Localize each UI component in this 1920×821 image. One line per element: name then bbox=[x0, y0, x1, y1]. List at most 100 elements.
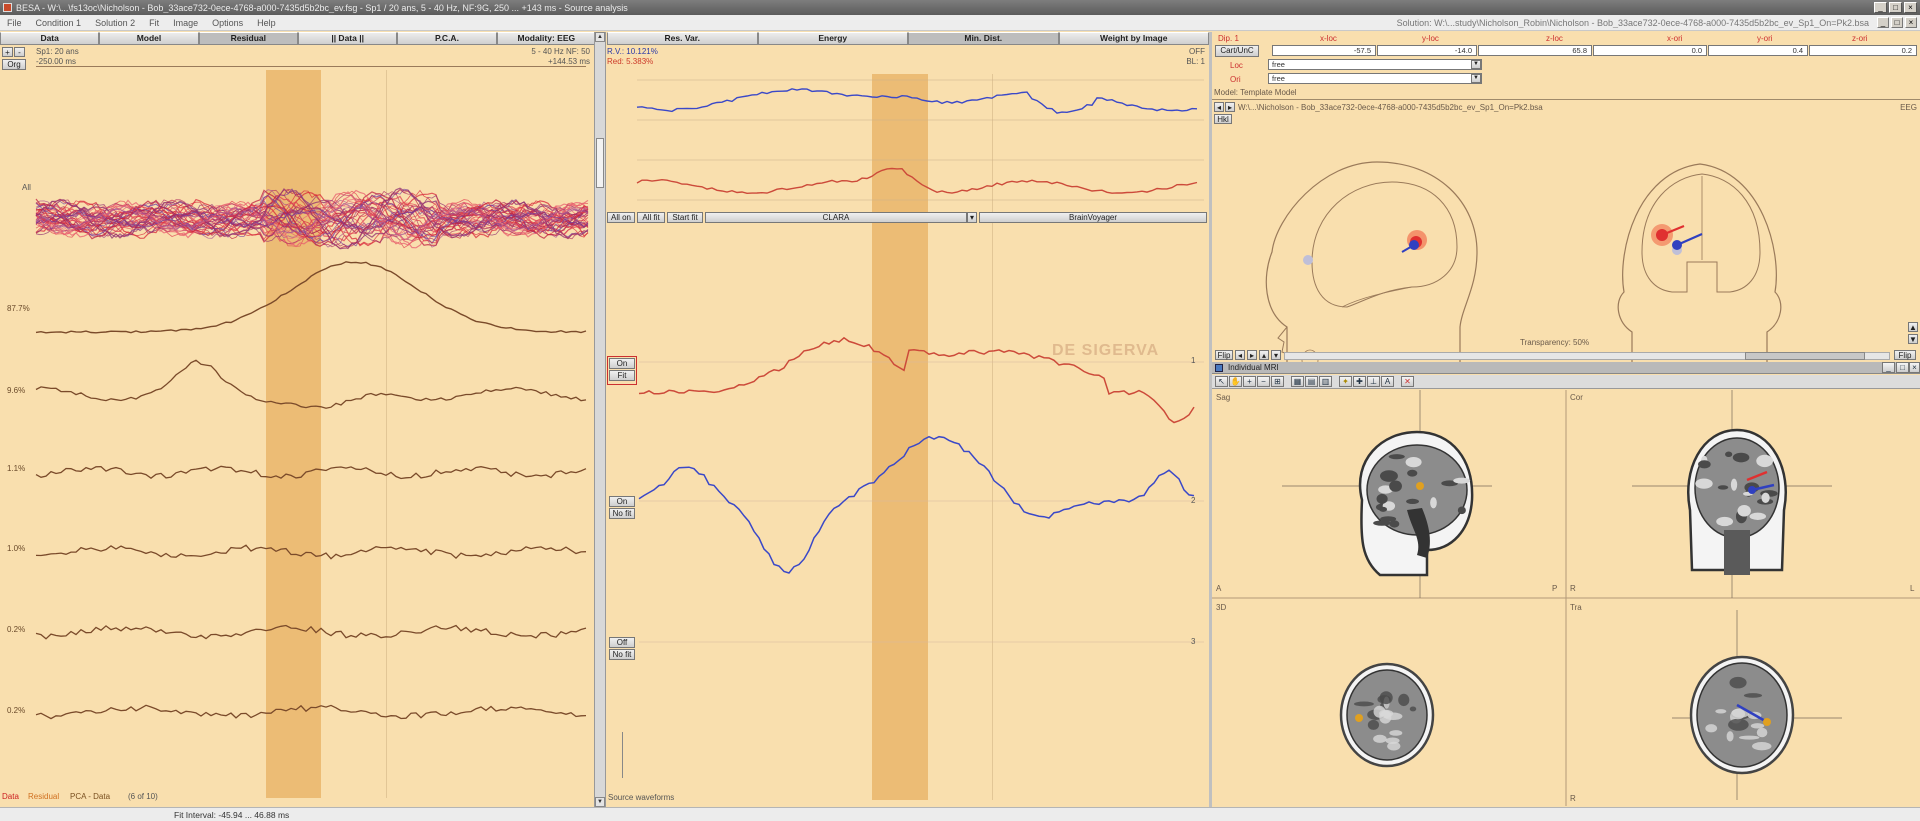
menu-options[interactable]: Options bbox=[205, 18, 250, 28]
window-title: BESA - W:\...\fs13oc\Nicholson - Bob_33a… bbox=[16, 2, 628, 13]
mri-zoom-out-icon[interactable]: − bbox=[1257, 376, 1270, 387]
cor-sulcus bbox=[1725, 451, 1733, 458]
transparency-down-button[interactable]: ▼ bbox=[1908, 334, 1918, 344]
dipole-panel: Dip. 1 x-loc y-loc z-loc x-ori y-ori z-o… bbox=[1212, 32, 1920, 362]
mri-layout-1-icon[interactable]: ▦ bbox=[1291, 376, 1304, 387]
mri-ruler-icon[interactable]: ⊥ bbox=[1367, 376, 1380, 387]
legend-count: (6 of 10) bbox=[128, 792, 158, 801]
source-3-off-button[interactable]: Off bbox=[609, 637, 635, 648]
sag-sulcus bbox=[1430, 497, 1437, 509]
mri-maximize-button[interactable]: □ bbox=[1896, 362, 1909, 373]
ori-dropdown-icon[interactable]: ▼ bbox=[1471, 74, 1481, 83]
sag-corner-p: P bbox=[1552, 584, 1558, 593]
legend-pca: PCA - Data bbox=[70, 792, 111, 801]
maximize-button[interactable]: □ bbox=[1889, 2, 1902, 13]
x-ori-field[interactable]: 0.0 bbox=[1593, 45, 1707, 56]
col-x-ori: x-ori bbox=[1667, 34, 1683, 43]
mri-clear-icon[interactable]: ✕ bbox=[1401, 376, 1414, 387]
menu-image[interactable]: Image bbox=[166, 18, 205, 28]
y-ori-field[interactable]: 0.4 bbox=[1708, 45, 1808, 56]
menu-help[interactable]: Help bbox=[250, 18, 283, 28]
waveform-panel: Data Model Residual || Data || P.C.A. Mo… bbox=[0, 32, 596, 806]
source-2-fit-button[interactable]: No fit bbox=[609, 508, 635, 519]
rotate-down-button[interactable]: ▾ bbox=[1271, 350, 1281, 360]
source-1-fit-button[interactable]: Fit bbox=[609, 370, 635, 381]
scroll-thumb[interactable] bbox=[596, 138, 604, 188]
sag-sulcus bbox=[1379, 506, 1388, 512]
scroll-down-arrow[interactable]: ▼ bbox=[595, 797, 605, 807]
transparency-up-button[interactable]: ▲ bbox=[1908, 322, 1918, 332]
z-loc-field[interactable]: 65.8 bbox=[1478, 45, 1592, 56]
cor-sulcus bbox=[1698, 460, 1711, 469]
ori-select[interactable]: free bbox=[1268, 73, 1482, 84]
tra-sulcus bbox=[1731, 708, 1746, 720]
mri-layout-3-icon[interactable]: ▥ bbox=[1319, 376, 1332, 387]
scale-bar bbox=[622, 732, 623, 778]
mri-label-icon[interactable]: A bbox=[1381, 376, 1394, 387]
view-cor-label: Cor bbox=[1570, 393, 1583, 402]
trace-label-5: 0.2% bbox=[7, 625, 26, 634]
source-2-on-button[interactable]: On bbox=[609, 496, 635, 507]
sag-sulcus bbox=[1380, 470, 1398, 482]
scroll-up-arrow[interactable]: ▲ bbox=[595, 32, 605, 42]
source-1-on-button[interactable]: On bbox=[609, 358, 635, 369]
app-icon bbox=[3, 3, 12, 12]
view3d-sulcus bbox=[1387, 741, 1401, 751]
mri-close-button[interactable]: × bbox=[1909, 362, 1920, 373]
doc-close-button[interactable]: × bbox=[1905, 17, 1917, 28]
flip-button-left[interactable]: Flip bbox=[1215, 350, 1233, 360]
cart-unc-button[interactable]: Cart/UnC bbox=[1215, 45, 1259, 57]
cor-brainstem bbox=[1724, 530, 1750, 575]
watermark: DE SIGERVA bbox=[1052, 342, 1160, 359]
close-button[interactable]: × bbox=[1904, 2, 1917, 13]
rotate-right-button[interactable]: ▸ bbox=[1247, 350, 1257, 360]
mri-hand-icon[interactable]: ✋ bbox=[1229, 376, 1242, 387]
head-divider bbox=[1212, 99, 1920, 100]
z-ori-field[interactable]: 0.2 bbox=[1809, 45, 1917, 56]
rotate-up-button[interactable]: ▴ bbox=[1259, 350, 1269, 360]
cor-sulcus bbox=[1730, 478, 1738, 491]
rotate-left-button[interactable]: ◂ bbox=[1235, 350, 1245, 360]
source-3-fit-button[interactable]: No fit bbox=[609, 649, 635, 660]
menu-solution[interactable]: Solution 2 bbox=[88, 18, 142, 28]
sag-sulcus bbox=[1405, 456, 1422, 468]
mri-select-icon[interactable]: ↖ bbox=[1215, 376, 1228, 387]
y-loc-field[interactable]: -14.0 bbox=[1377, 45, 1477, 56]
transparency-slider-thumb[interactable] bbox=[1745, 352, 1865, 360]
mri-layout-2-icon[interactable]: ▤ bbox=[1305, 376, 1318, 387]
waveform-scrollbar[interactable]: ▲ ▼ bbox=[594, 32, 606, 807]
mri-fit-icon[interactable]: ⊞ bbox=[1271, 376, 1284, 387]
cor-corner-l: L bbox=[1910, 584, 1915, 593]
menu-fit[interactable]: Fit bbox=[142, 18, 166, 28]
loc-select[interactable]: free bbox=[1268, 59, 1482, 70]
transparency-slider[interactable] bbox=[1284, 352, 1890, 360]
mri-zoom-in-icon[interactable]: + bbox=[1243, 376, 1256, 387]
view3d-marker bbox=[1355, 714, 1363, 722]
source-waveforms-plot bbox=[638, 336, 1204, 643]
minimize-button[interactable]: _ bbox=[1874, 2, 1887, 13]
tra-sulcus bbox=[1739, 735, 1760, 740]
doc-minimize-button[interactable]: _ bbox=[1877, 17, 1889, 28]
mri-cross-icon[interactable]: ✚ bbox=[1353, 376, 1366, 387]
mri-minimize-button[interactable]: _ bbox=[1882, 362, 1895, 373]
sag-sulcus bbox=[1457, 506, 1466, 515]
col-z-loc: z-loc bbox=[1546, 34, 1563, 43]
loc-label: Loc bbox=[1230, 61, 1243, 70]
view3d-sulcus bbox=[1389, 730, 1403, 736]
menu-condition[interactable]: Condition 1 bbox=[29, 18, 89, 28]
view-tra-label: Tra bbox=[1570, 603, 1582, 612]
view3d-sulcus bbox=[1379, 691, 1393, 705]
flip-button-right[interactable]: Flip bbox=[1894, 350, 1916, 360]
sag-marker bbox=[1416, 482, 1424, 490]
x-loc-field[interactable]: -57.5 bbox=[1272, 45, 1376, 56]
mri-marker-icon[interactable]: ✦ bbox=[1339, 376, 1352, 387]
view3d-sulcus bbox=[1373, 705, 1386, 718]
source-waveforms-label: Source waveforms bbox=[608, 793, 675, 802]
doc-maximize-button[interactable]: □ bbox=[1891, 17, 1903, 28]
menu-file[interactable]: File bbox=[0, 18, 29, 28]
loc-dropdown-icon[interactable]: ▼ bbox=[1471, 60, 1481, 69]
legend-data: Data bbox=[2, 792, 19, 801]
cor-dipole-2-dot bbox=[1748, 486, 1756, 494]
pca-trace-6 bbox=[35, 704, 587, 720]
ori-label: Ori bbox=[1230, 75, 1241, 84]
